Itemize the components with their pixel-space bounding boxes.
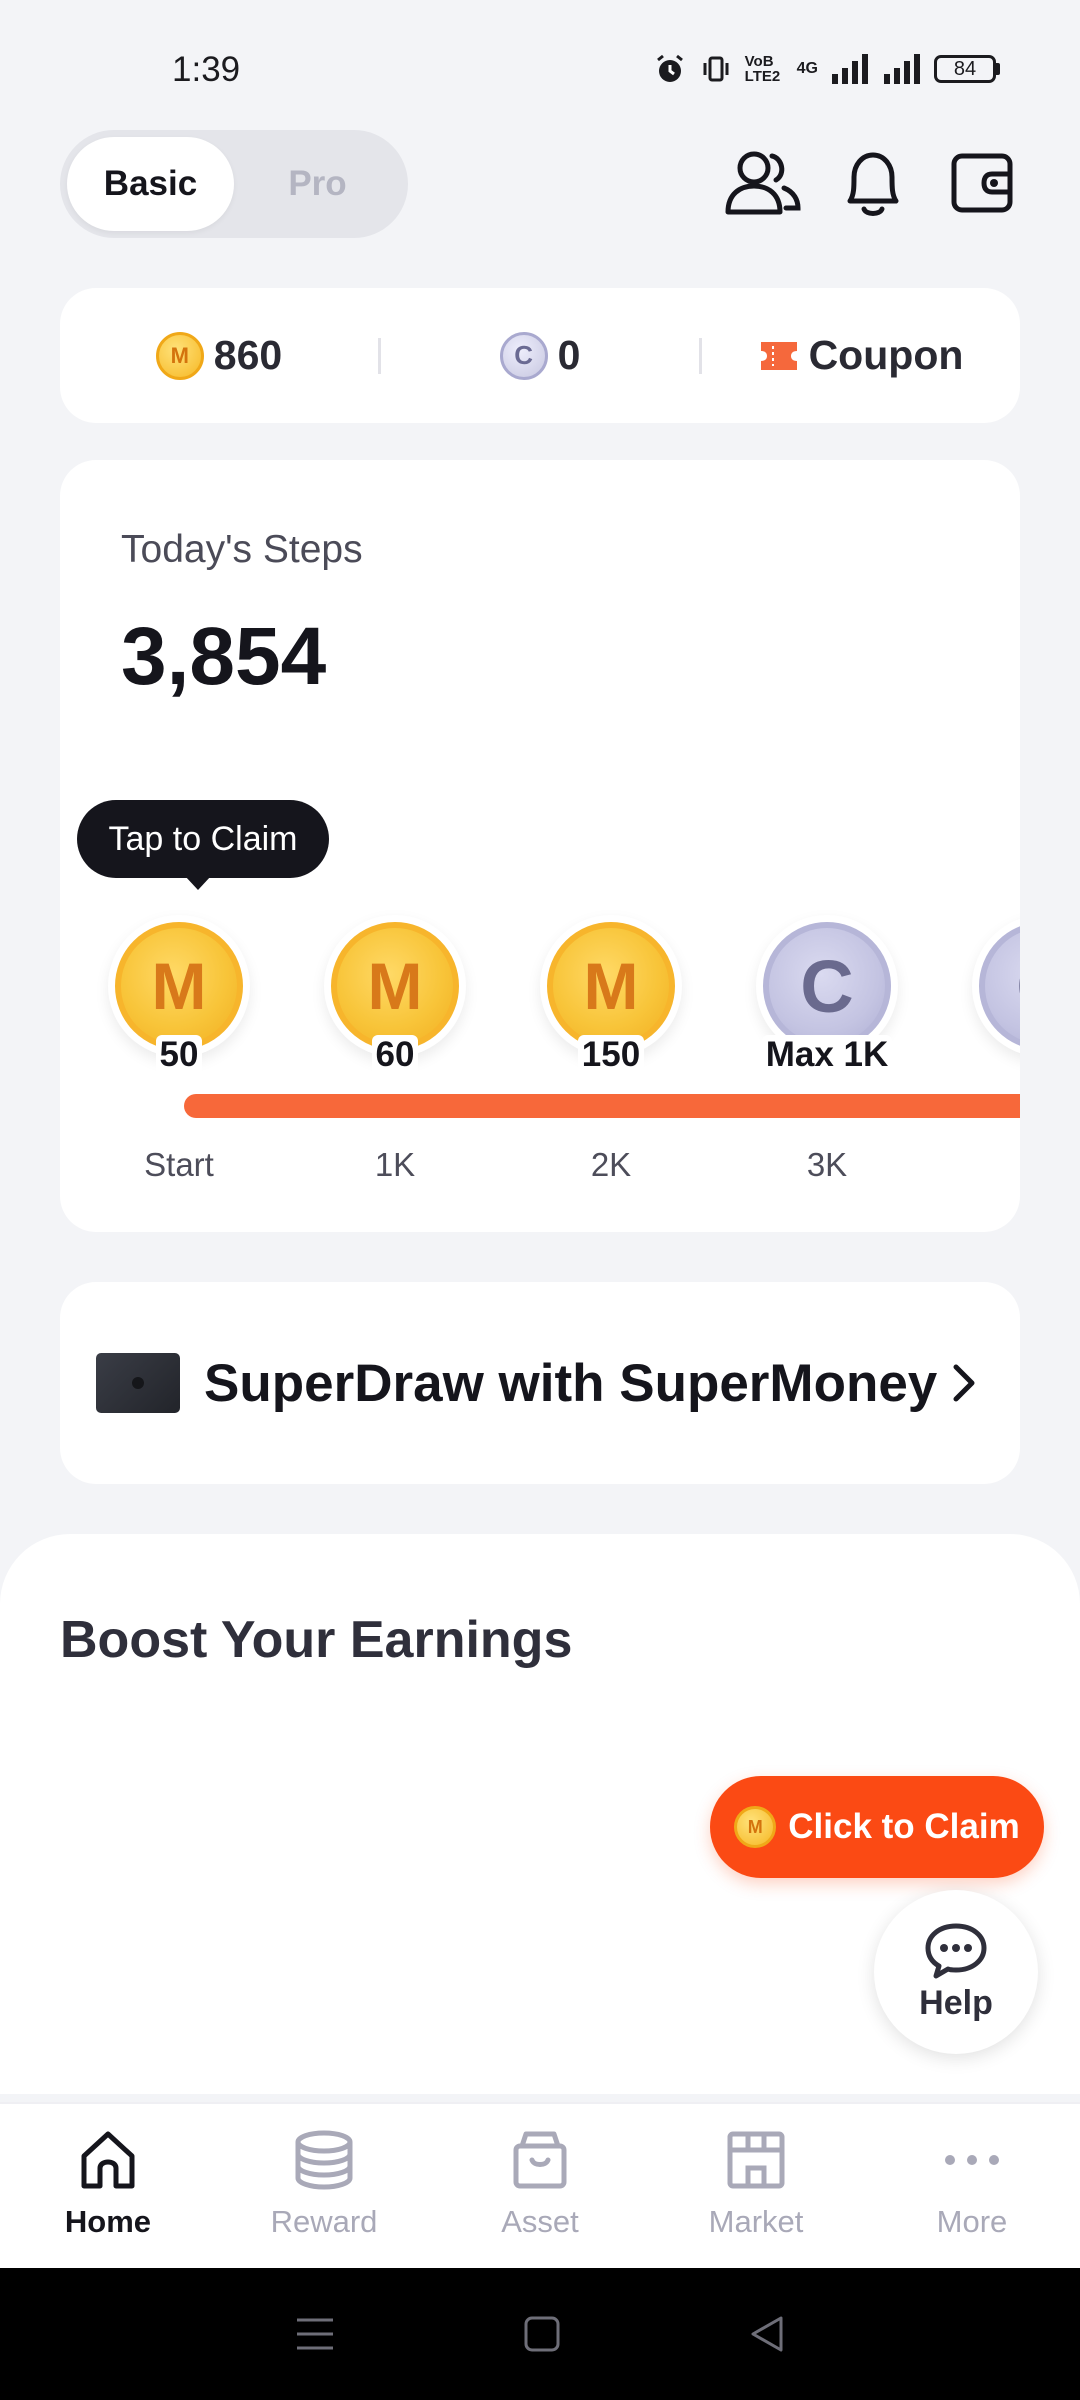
milestone-reward: Max 1K xyxy=(761,1035,893,1075)
superdraw-title: SuperDraw with SuperMoney xyxy=(204,1353,938,1413)
volte-icon: VoB LTE2 xyxy=(744,53,781,85)
nav-label: Market xyxy=(708,2204,804,2239)
nav-home[interactable]: Home xyxy=(0,2104,216,2268)
battery-icon: 84 xyxy=(934,55,1000,83)
reward-icon xyxy=(295,2130,353,2190)
m-coin-icon: M xyxy=(734,1806,777,1848)
steps-title: Today's Steps xyxy=(121,528,363,571)
milestone-start[interactable]: M 50 xyxy=(99,915,259,1095)
vibrate-icon xyxy=(703,56,729,82)
steps-count: 3,854 xyxy=(121,611,327,702)
milestone-reward: 150 xyxy=(577,1035,645,1075)
m-coin-balance[interactable]: M 860 xyxy=(60,331,378,380)
milestone-3k[interactable]: C Max 1K xyxy=(747,915,907,1095)
nav-label: More xyxy=(936,2204,1008,2239)
tab-pro[interactable]: Pro xyxy=(234,137,401,231)
tick-label: 1K xyxy=(374,1146,416,1183)
market-icon xyxy=(727,2131,785,2189)
milestone-1k[interactable]: M 60 xyxy=(315,915,475,1095)
alarm-icon xyxy=(656,54,683,82)
home-icon xyxy=(81,2131,135,2189)
nav-more[interactable]: More xyxy=(864,2104,1080,2268)
boost-title: Boost Your Earnings xyxy=(60,1611,573,1669)
tap-to-claim-tooltip[interactable]: Tap to Claim xyxy=(77,800,329,890)
c-coin-icon: C xyxy=(972,915,1020,1057)
milestone-reward: 60 xyxy=(371,1035,419,1075)
nav-asset[interactable]: Asset xyxy=(432,2104,648,2268)
chat-icon xyxy=(925,1923,987,1978)
plan-toggle: Basic Pro xyxy=(60,130,408,238)
signal-icon-2 xyxy=(884,54,920,84)
network-type-icon: 4G xyxy=(796,60,818,77)
nav-market[interactable]: Market xyxy=(648,2104,864,2268)
nav-reward[interactable]: Reward xyxy=(216,2104,432,2268)
superdraw-banner[interactable]: SuperDraw with SuperMoney xyxy=(60,1282,1020,1484)
coupon-label: Coupon xyxy=(808,332,964,378)
more-icon xyxy=(945,2155,999,2165)
c-coin-balance[interactable]: C 0 xyxy=(381,331,699,380)
nav-label: Home xyxy=(64,2204,152,2239)
c-coin-amount: 0 xyxy=(557,332,581,378)
steps-card: Today's Steps 3,854 Tap to Claim M 50 M … xyxy=(60,460,1020,1232)
m-coin-icon: M xyxy=(155,331,204,380)
back-icon[interactable] xyxy=(747,2314,787,2354)
milestone-reward: 50 xyxy=(155,1035,203,1075)
home-square-icon[interactable] xyxy=(522,2314,562,2354)
bottom-nav: Home Reward Asset Market More xyxy=(0,2102,1080,2268)
coupon-link[interactable]: Coupon xyxy=(702,332,1020,379)
menu-icon[interactable] xyxy=(293,2314,337,2354)
battery-level: 84 xyxy=(934,55,996,83)
wallet-icon[interactable] xyxy=(941,142,1023,224)
help-button[interactable]: Help xyxy=(874,1890,1038,2054)
balance-card: M 860 C 0 Coupon xyxy=(60,288,1020,423)
bell-icon[interactable] xyxy=(832,142,914,224)
milestone-2k[interactable]: M 150 xyxy=(531,915,691,1095)
status-icons: VoB LTE2 4G 84 xyxy=(653,52,1000,86)
claim-label: Click to Claim xyxy=(788,1807,1020,1846)
nav-label: Reward xyxy=(270,2204,378,2239)
system-nav-bar xyxy=(0,2268,1080,2400)
ticket-icon xyxy=(760,341,797,370)
help-label: Help xyxy=(919,1983,993,2022)
tick-label: 2K xyxy=(590,1146,632,1183)
tab-basic[interactable]: Basic xyxy=(67,137,234,231)
asset-icon xyxy=(513,2131,567,2189)
nav-label: Asset xyxy=(501,2204,579,2239)
signal-icon xyxy=(832,54,868,84)
laptop-icon xyxy=(96,1353,180,1413)
chevron-right-icon xyxy=(944,1363,984,1403)
m-coin-amount: 860 xyxy=(213,332,283,378)
milestone-next[interactable]: C M xyxy=(963,915,1020,1095)
c-coin-icon: C xyxy=(499,331,548,380)
status-bar: 1:39 VoB LTE2 4G 84 xyxy=(0,0,1080,130)
click-to-claim-button[interactable]: M Click to Claim xyxy=(710,1776,1044,1878)
friends-icon[interactable] xyxy=(722,142,804,224)
tick-label: 3K xyxy=(806,1146,848,1183)
steps-progress-bar xyxy=(184,1094,1020,1118)
status-time: 1:39 xyxy=(172,50,241,89)
tick-label: Start xyxy=(144,1146,214,1183)
